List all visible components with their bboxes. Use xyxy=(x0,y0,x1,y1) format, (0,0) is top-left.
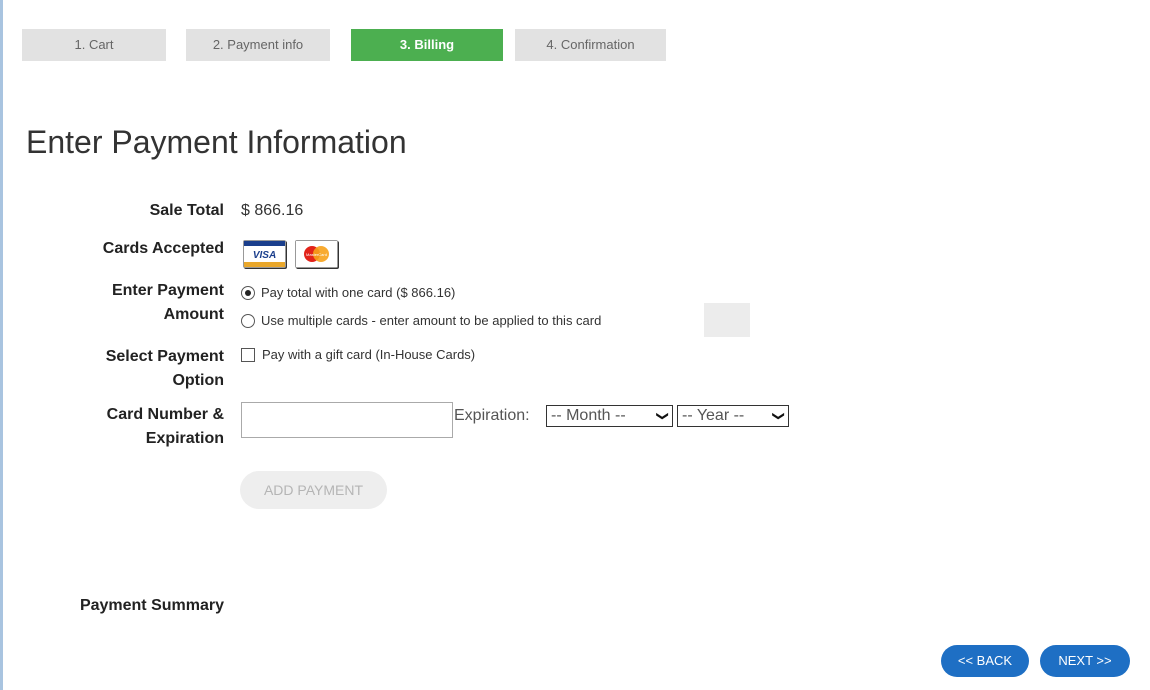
month-select[interactable]: -- Month -- ❯ xyxy=(546,405,673,427)
chevron-down-icon: ❯ xyxy=(655,410,670,422)
back-button[interactable]: << BACK xyxy=(941,645,1029,677)
multiple-cards-option[interactable]: Use multiple cards - enter amount to be … xyxy=(241,313,601,328)
gift-card-checkbox[interactable] xyxy=(241,347,255,362)
multiple-cards-radio[interactable] xyxy=(241,313,255,328)
expiration-label: Expiration: xyxy=(454,407,530,424)
visa-card-icon: VISA xyxy=(243,240,286,268)
add-payment-button[interactable]: ADD PAYMENT xyxy=(240,471,387,509)
gift-card-option[interactable]: Pay with a gift card (In-House Cards) xyxy=(241,347,475,362)
card-amount-input[interactable] xyxy=(704,303,750,337)
sale-total-label: Sale Total xyxy=(149,202,224,219)
step-payment-info[interactable]: 2. Payment info xyxy=(186,29,330,61)
step-billing[interactable]: 3. Billing xyxy=(351,29,503,61)
svg-text:VISA: VISA xyxy=(253,250,276,261)
chevron-down-icon: ❯ xyxy=(771,410,786,422)
gift-card-label: Pay with a gift card (In-House Cards) xyxy=(262,347,476,362)
page-title: Enter Payment Information xyxy=(26,124,407,160)
multiple-cards-label: Use multiple cards - enter amount to be … xyxy=(261,313,602,328)
year-select-value: -- Year -- xyxy=(682,407,745,424)
left-accent-bar xyxy=(0,0,3,690)
card-number-input[interactable] xyxy=(241,402,453,438)
next-button[interactable]: NEXT >> xyxy=(1040,645,1130,677)
mastercard-icon: MasterCard xyxy=(295,240,338,268)
payment-amount-label: Enter Payment Amount xyxy=(111,282,224,323)
step-cart[interactable]: 1. Cart xyxy=(22,29,166,61)
svg-text:MasterCard: MasterCard xyxy=(306,252,327,257)
payment-summary-label: Payment Summary xyxy=(79,597,224,614)
card-number-label: Card Number & Expiration xyxy=(106,406,224,447)
month-select-value: -- Month -- xyxy=(551,407,626,424)
pay-total-option[interactable]: Pay total with one card ($ 866.16) xyxy=(241,285,455,300)
step-confirmation[interactable]: 4. Confirmation xyxy=(515,29,666,61)
payment-option-label: Select Payment Option xyxy=(105,348,224,389)
cards-accepted-label: Cards Accepted xyxy=(102,240,224,257)
pay-total-label: Pay total with one card ($ 866.16) xyxy=(261,285,456,300)
pay-total-radio[interactable] xyxy=(241,285,255,300)
sale-total-value: $ 866.16 xyxy=(241,202,304,219)
year-select[interactable]: -- Year -- ❯ xyxy=(677,405,789,427)
